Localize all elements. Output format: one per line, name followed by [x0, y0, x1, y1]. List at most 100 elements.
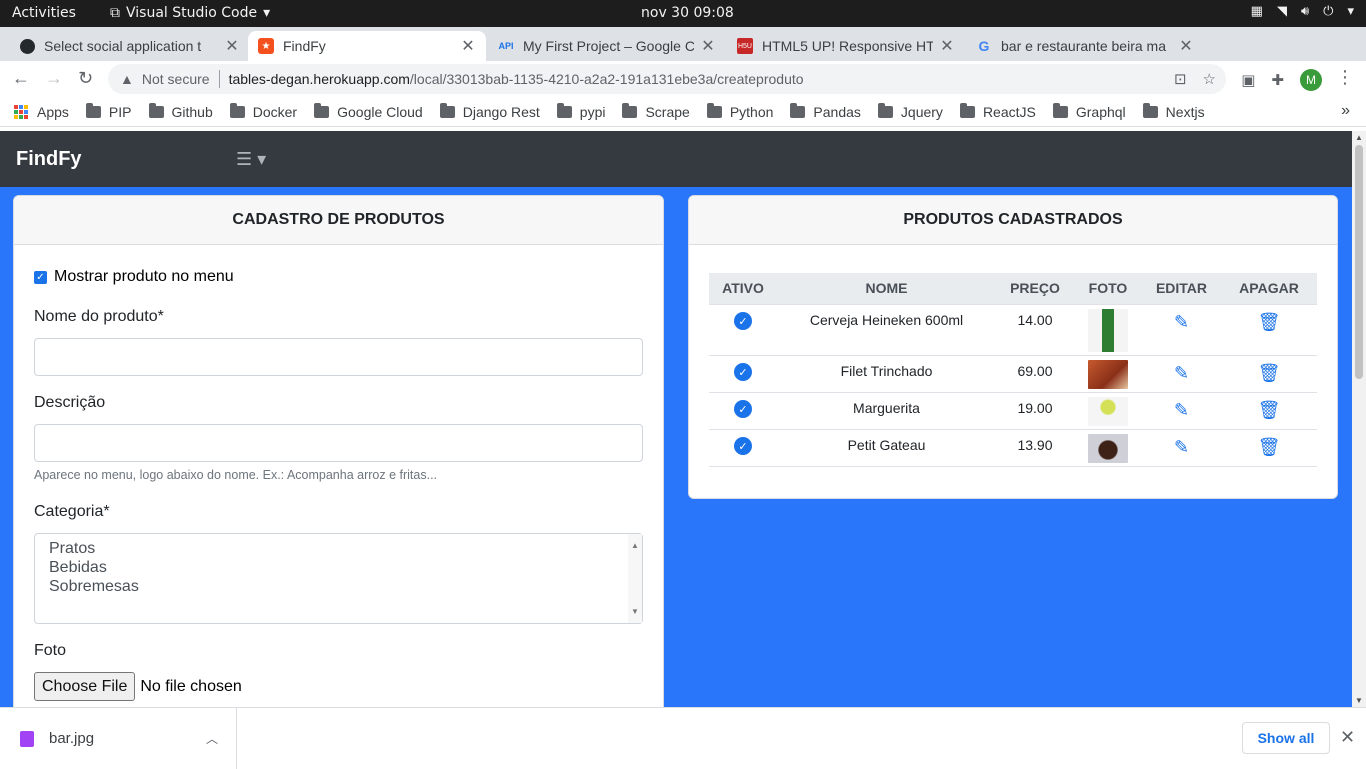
bookmark-label: Jquery	[900, 103, 943, 120]
warning-icon[interactable]: ▲	[120, 71, 134, 87]
activities-button[interactable]: Activities	[12, 5, 76, 21]
show-all-button[interactable]: Show all	[1242, 722, 1330, 754]
bookmark-folder[interactable]: Python	[706, 102, 773, 120]
bookmark-folder[interactable]: PIP	[85, 102, 132, 120]
bookmark-folder[interactable]: Nextjs	[1142, 102, 1205, 120]
edit-icon[interactable]: ✎	[1174, 363, 1189, 384]
bookmark-folder[interactable]: Github	[148, 102, 213, 120]
folder-icon	[877, 102, 893, 118]
active-check-icon[interactable]: ✓	[734, 363, 752, 381]
clock[interactable]: nov 30 09:08	[641, 5, 734, 21]
select-scrollbar[interactable]: ▲ ▼	[628, 534, 642, 623]
security-label[interactable]: Not secure	[142, 71, 210, 87]
bookmark-folder[interactable]: Scrape	[622, 102, 690, 120]
trash-icon[interactable]: 🗑︎	[1258, 312, 1281, 333]
bookmark-folder[interactable]: pypi	[556, 102, 606, 120]
category-option[interactable]: Bebidas	[49, 558, 628, 577]
close-icon[interactable]: ✕	[460, 36, 476, 56]
table-row: ✓ Petit Gateau 13.90 ✎ 🗑︎	[709, 429, 1317, 467]
edit-icon[interactable]: ✎	[1174, 437, 1189, 458]
description-input[interactable]	[34, 424, 643, 462]
close-icon[interactable]: ✕	[224, 36, 240, 56]
category-option[interactable]: Pratos	[49, 539, 628, 558]
bookmark-label: ReactJS	[982, 103, 1036, 120]
scrollbar-thumb[interactable]	[1355, 145, 1363, 379]
star-icon[interactable]: ☆	[1203, 70, 1216, 88]
active-check-icon[interactable]: ✓	[734, 400, 752, 418]
active-check-icon[interactable]: ✓	[734, 312, 752, 330]
translate-icon[interactable]: ⊡	[1174, 70, 1187, 88]
system-tray[interactable]: ▦ ◥ 🔊︎ ⏻ ▾	[1251, 4, 1354, 19]
table-row: ✓ Filet Trinchado 69.00 ✎ 🗑︎	[709, 355, 1317, 393]
category-option[interactable]: Sobremesas	[49, 577, 628, 596]
chevron-right-icon[interactable]: »	[1341, 102, 1350, 120]
show-in-menu-row[interactable]: ✓ Mostrar produto no menu	[34, 268, 234, 286]
forward-arrow-icon[interactable]: →	[45, 68, 63, 89]
trash-icon[interactable]: 🗑︎	[1258, 400, 1281, 421]
tab-google-cloud[interactable]: API My First Project – Google C ✕	[488, 31, 726, 61]
product-name: Marguerita	[777, 392, 996, 430]
col-foto: FOTO	[1074, 273, 1142, 305]
edit-icon[interactable]: ✎	[1174, 400, 1189, 421]
edit-icon[interactable]: ✎	[1174, 312, 1189, 333]
volume-icon: 🔊︎	[1300, 4, 1310, 19]
col-apagar: APAGAR	[1221, 273, 1317, 305]
bookmark-folder[interactable]: ReactJS	[959, 102, 1036, 120]
bookmark-folder[interactable]: Jquery	[877, 102, 943, 120]
name-input[interactable]	[34, 338, 643, 376]
tab-google-search[interactable]: G bar e restaurante beira ma ✕	[966, 31, 1204, 61]
bookmark-apps[interactable]: Apps	[14, 104, 69, 120]
product-name: Cerveja Heineken 600ml	[777, 304, 996, 356]
scroll-down-icon[interactable]: ▼	[631, 602, 639, 621]
bookmark-folder[interactable]: Pandas	[790, 102, 861, 120]
scroll-up-icon[interactable]: ▲	[1355, 133, 1363, 142]
chevron-down-icon: ▾	[263, 5, 271, 21]
toolbar-actions: ▣ ✚ M	[1241, 69, 1322, 91]
folder-icon	[1142, 102, 1158, 118]
close-icon[interactable]: ✕	[939, 36, 955, 56]
bookmark-folder[interactable]: Docker	[229, 102, 297, 120]
bookmark-folder[interactable]: Django Rest	[439, 102, 540, 120]
image-file-icon	[20, 730, 34, 747]
scroll-down-icon[interactable]: ▼	[1355, 696, 1363, 705]
tab-findfy[interactable]: ★ FindFy ✕	[248, 31, 486, 61]
tab-html5up[interactable]: H5U HTML5 UP! Responsive HT ✕	[727, 31, 965, 61]
tab-title: FindFy	[283, 38, 326, 54]
menu-kebab-icon[interactable]: ⋮	[1336, 67, 1354, 88]
folder-icon	[314, 102, 330, 118]
chevron-up-icon[interactable]: ︿	[206, 730, 218, 747]
back-arrow-icon[interactable]: ←	[12, 68, 30, 89]
bookmark-label: Django Rest	[462, 103, 540, 120]
address-bar[interactable]: ▲ Not secure tables-degan.herokuapp.com …	[108, 64, 1226, 94]
trash-icon[interactable]: 🗑︎	[1258, 363, 1281, 384]
extension-icon[interactable]: ▣	[1241, 71, 1255, 89]
bookmark-label: pypi	[579, 103, 606, 120]
close-icon[interactable]: ✕	[1178, 36, 1194, 56]
reload-icon[interactable]: ↻	[78, 68, 93, 89]
hamburger-menu-icon[interactable]: ☰ ▾	[236, 149, 266, 170]
scroll-up-icon[interactable]: ▲	[631, 536, 639, 555]
tab-social-app[interactable]: Select social application t ✕	[10, 31, 250, 61]
brand-logo[interactable]: FindFy	[16, 148, 82, 171]
bookmark-folder[interactable]: Graphql	[1052, 102, 1126, 120]
divider	[218, 70, 220, 88]
download-item[interactable]: bar.jpg	[0, 708, 237, 769]
profile-avatar[interactable]: M	[1300, 69, 1322, 91]
page-scrollbar[interactable]: ▲ ▼	[1352, 131, 1366, 707]
app-menu[interactable]: ⧉ Visual Studio Code ▾	[110, 5, 270, 21]
choose-file-button[interactable]: Choose File	[34, 672, 136, 701]
close-icon[interactable]: ✕	[700, 36, 716, 56]
apps-grid-icon	[14, 104, 28, 119]
show-in-menu-checkbox[interactable]: ✓	[34, 270, 47, 284]
html5up-favicon-icon: H5U	[737, 38, 753, 54]
puzzle-icon[interactable]: ✚	[1271, 71, 1284, 89]
bookmark-folder[interactable]: Google Cloud	[314, 102, 423, 120]
trash-icon[interactable]: 🗑︎	[1258, 437, 1281, 458]
description-label: Descrição	[34, 394, 106, 411]
photo-file-input[interactable]: Choose File No file chosen	[34, 672, 242, 701]
category-select[interactable]: Pratos Bebidas Sobremesas ▲ ▼	[34, 533, 643, 624]
folder-icon	[622, 102, 638, 118]
close-icon[interactable]: ✕	[1340, 727, 1355, 748]
active-check-icon[interactable]: ✓	[734, 437, 752, 455]
folder-icon	[439, 102, 455, 118]
